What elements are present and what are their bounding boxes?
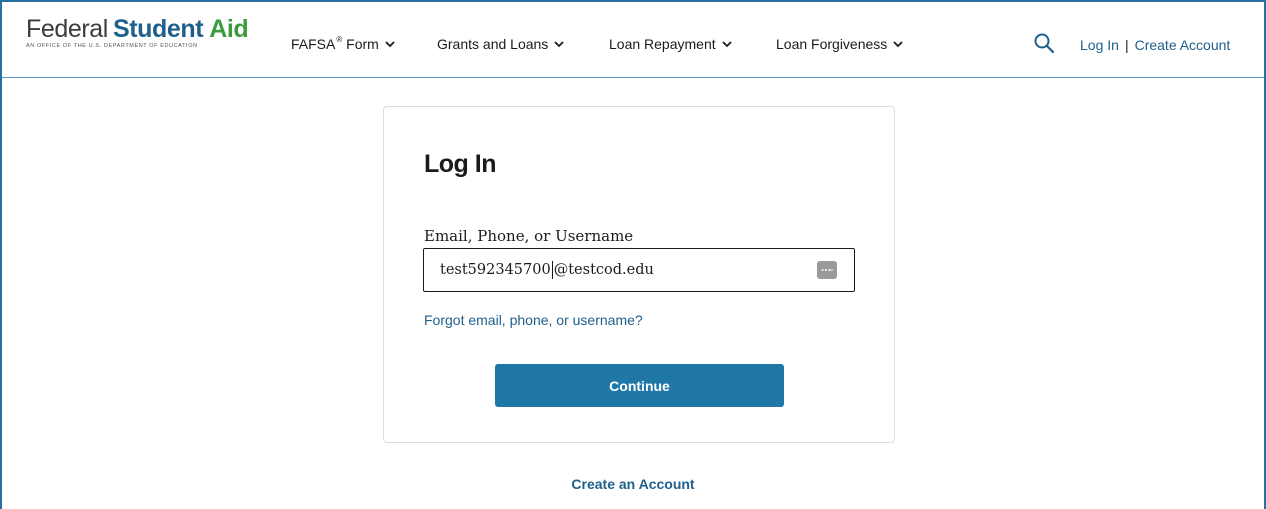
text-caret	[551, 261, 553, 279]
logo-federal: Federal	[26, 15, 108, 43]
site-header: Federal Student Aid An OFFICE of the U.S. …	[2, 2, 1264, 78]
nav-loan-repayment[interactable]: Loan Repayment	[609, 36, 733, 52]
nav-fafsa-label: FAFSA	[291, 36, 336, 52]
login-title: Log In	[424, 150, 496, 178]
search-icon[interactable]	[1033, 32, 1055, 54]
password-manager-icon[interactable]	[817, 261, 837, 279]
username-input[interactable]: test592345700 @testcod.edu	[423, 248, 855, 292]
nav-fafsa-form[interactable]: FAFSA ® Form	[291, 34, 396, 52]
continue-button[interactable]: Continue	[495, 364, 784, 407]
browser-frame: Federal Student Aid An OFFICE of the U.S. …	[0, 0, 1266, 509]
create-account-link[interactable]: Create an Account	[2, 476, 1264, 492]
input-value-before-caret: test592345700	[440, 262, 551, 278]
nav-repayment-label: Loan Repayment	[609, 36, 716, 52]
chevron-down-icon	[554, 41, 564, 48]
logo-wordmark: Federal Student Aid	[26, 15, 249, 43]
chevron-down-icon	[893, 41, 903, 48]
account-links: Log In | Create Account	[1080, 37, 1230, 53]
header-create-account-link[interactable]: Create Account	[1135, 37, 1231, 53]
fsa-logo[interactable]: Federal Student Aid An OFFICE of the U.S. …	[26, 15, 249, 49]
header-login-link[interactable]: Log In	[1080, 37, 1119, 53]
login-card: Log In Email, Phone, or Username test592…	[383, 106, 895, 443]
logo-tagline: An OFFICE of the U.S. DEPARTMENT of EDUC…	[26, 43, 198, 49]
registered-mark: ®	[336, 34, 343, 44]
input-value-after-caret: @testcod.edu	[553, 262, 654, 278]
chevron-down-icon	[385, 41, 395, 48]
username-field-label: Email, Phone, or Username	[424, 227, 634, 245]
forgot-username-link[interactable]: Forgot email, phone, or username?	[424, 312, 643, 328]
dots-icon	[821, 269, 833, 271]
nav-loan-forgiveness[interactable]: Loan Forgiveness	[776, 36, 904, 52]
logo-student: Student	[112, 15, 204, 43]
nav-grants-and-loans[interactable]: Grants and Loans	[437, 36, 565, 52]
nav-grants-label: Grants and Loans	[437, 36, 549, 52]
logo-aid: Aid	[209, 15, 249, 43]
nav-fafsa-suffix: Form	[342, 36, 379, 52]
link-separator: |	[1124, 37, 1129, 53]
nav-forgiveness-label: Loan Forgiveness	[776, 36, 888, 52]
chevron-down-icon	[722, 41, 732, 48]
